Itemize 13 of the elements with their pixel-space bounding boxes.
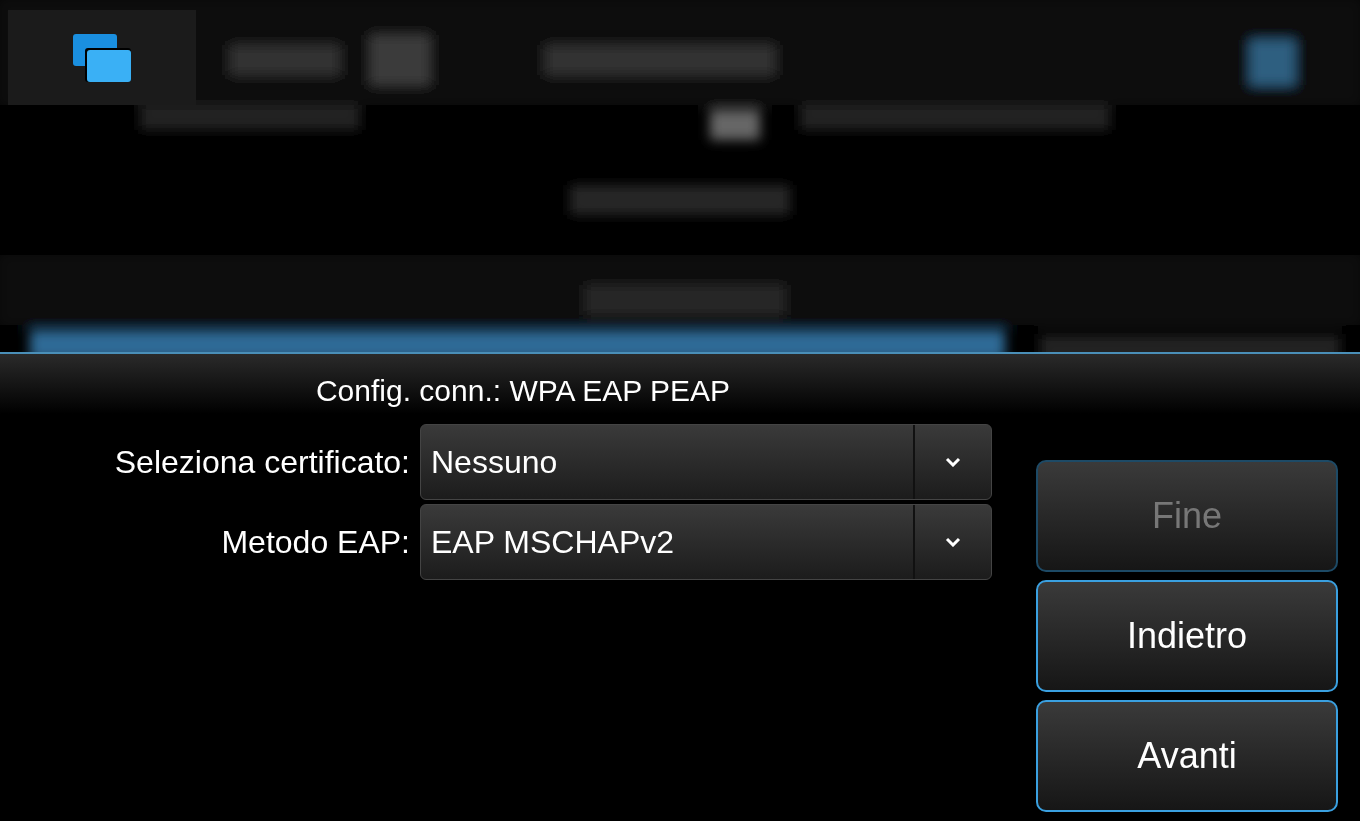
dialog-button[interactable]: Indietro — [1036, 580, 1338, 692]
chevron-down-icon — [945, 537, 961, 547]
dropdown[interactable]: Nessuno — [420, 424, 992, 500]
dropdown-value: Nessuno — [430, 443, 559, 481]
field-label: Metodo EAP: — [220, 523, 411, 561]
dropdown[interactable]: EAP MSCHAPv2 — [420, 504, 992, 580]
dialog-button[interactable]: Avanti — [1036, 700, 1338, 812]
chevron-down-icon — [945, 457, 961, 467]
dialog-title: Config. conn.: WPA EAP PEAP — [314, 373, 732, 409]
task-switcher-button[interactable] — [8, 10, 196, 105]
field-label: Seleziona certificato: — [113, 443, 411, 481]
dropdown-value: EAP MSCHAPv2 — [430, 523, 676, 561]
windows-icon — [73, 33, 131, 82]
